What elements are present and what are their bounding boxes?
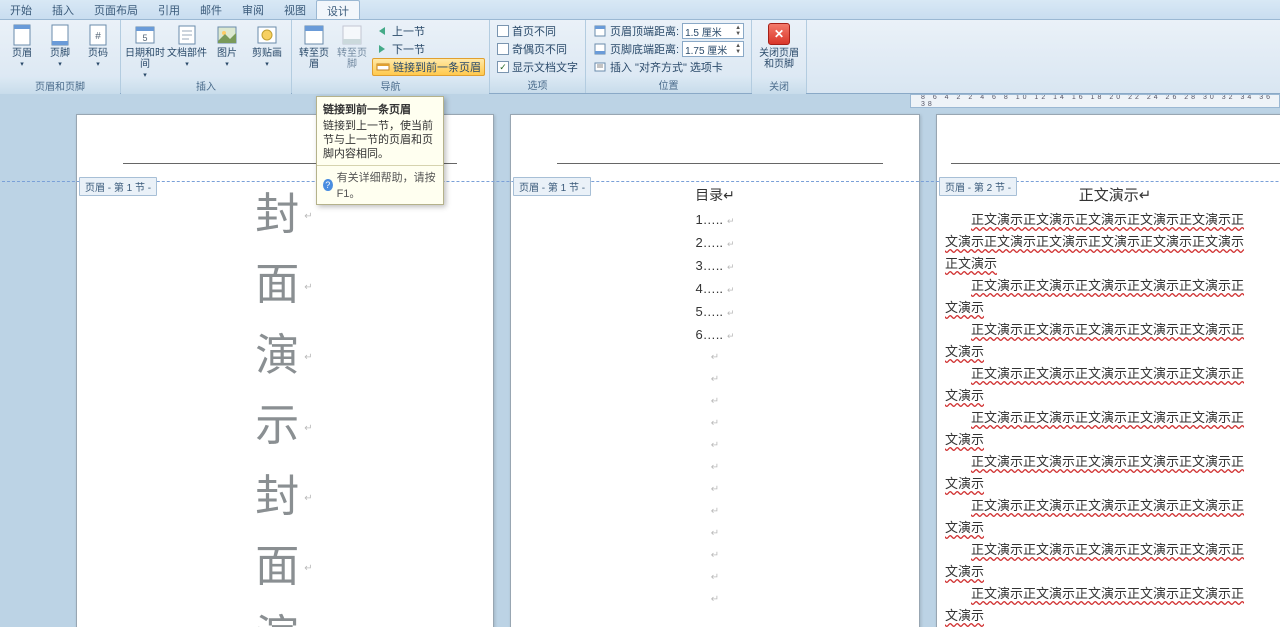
btn-日期和时间[interactable]: 5日期和时间▾ — [125, 21, 165, 77]
btn-icon — [255, 23, 279, 47]
svg-text:#: # — [95, 31, 101, 42]
cover-text: 封面演示封面演示 — [77, 181, 493, 627]
next-section-button[interactable]: 下一节 — [372, 40, 485, 58]
goto-header-button[interactable]: 转至页眉 — [296, 21, 332, 77]
chevron-down-icon: ▾ — [20, 60, 24, 68]
tab-0[interactable]: 开始 — [0, 0, 42, 19]
group-label: 页眉和页脚 — [0, 77, 120, 94]
header-rule — [557, 163, 883, 164]
group-label: 关闭 — [752, 77, 806, 94]
btn-icon: # — [86, 23, 110, 47]
group-close: ✕ 关闭页眉和页脚 关闭 — [752, 20, 807, 93]
chevron-down-icon: ▾ — [265, 60, 269, 68]
insert-align-tab[interactable]: 插入 "对齐方式" 选项卡 — [590, 58, 747, 76]
chevron-down-icon: ▾ — [225, 60, 229, 68]
tab-4[interactable]: 邮件 — [190, 0, 232, 19]
btn-图片[interactable]: 图片▾ — [209, 21, 245, 77]
link-previous-button[interactable]: 链接到前一条页眉 — [372, 58, 485, 76]
group-insert: 5日期和时间▾文档部件▾图片▾剪贴画▾ 插入 — [121, 20, 292, 93]
close-icon: ✕ — [768, 23, 790, 45]
tooltip-footer: ? 有关详细帮助，请按 F1。 — [317, 165, 443, 204]
header-tag[interactable]: 页眉 - 第 1 节 - — [513, 177, 591, 196]
document-workspace: 8 6 4 2 2 4 6 8 10 12 14 16 18 20 22 24 … — [0, 94, 1280, 627]
header-rule — [951, 163, 1280, 164]
svg-text:5: 5 — [142, 33, 147, 43]
btn-icon — [215, 23, 239, 47]
tooltip-link-previous: 链接到前一条页眉 链接到上一节，使当前节与上一节的页眉和页脚内容相同。 ? 有关… — [316, 96, 444, 205]
first-page-diff-check[interactable]: 首页不同 — [494, 22, 581, 40]
group-label: 插入 — [121, 77, 291, 94]
header-tag[interactable]: 页眉 - 第 1 节 - — [79, 177, 157, 196]
checkbox-icon — [497, 25, 509, 37]
help-icon: ? — [323, 179, 333, 191]
ribbon-tabs: 开始插入页面布局引用邮件审阅视图设计 — [0, 0, 1280, 20]
page-3[interactable]: 页眉 - 第 2 节 - 正文演示↵正文演示正文演示正文演示正文演示正文演示正文… — [936, 114, 1280, 627]
tab-2[interactable]: 页面布局 — [84, 0, 148, 19]
group-position: 页眉顶端距离: 1.5 厘米▲▼ 页脚底端距离: 1.75 厘米▲▼ 插入 "对… — [586, 20, 752, 93]
page-2[interactable]: 页眉 - 第 1 节 - 目录↵1…..2…..3…..4…..5…..6…..… — [510, 114, 920, 627]
btn-文档部件[interactable]: 文档部件▾ — [167, 21, 207, 77]
header-separator — [0, 181, 1280, 182]
btn-icon — [175, 23, 199, 47]
group-options: 首页不同 奇偶页不同 ✓显示文档文字 选项 — [490, 20, 586, 93]
tooltip-body: 链接到上一节，使当前节与上一节的页眉和页脚内容相同。 — [317, 119, 443, 165]
body-text: 正文演示↵正文演示正文演示正文演示正文演示正文演示正文演示正文演示正文演示正文演… — [945, 185, 1280, 627]
checkbox-icon: ✓ — [497, 61, 509, 73]
tab-6[interactable]: 视图 — [274, 0, 316, 19]
group-label: 导航 — [292, 77, 489, 94]
group-label: 选项 — [490, 76, 585, 93]
toc-text: 目录↵1…..2…..3…..4…..5…..6…..↵↵↵↵↵↵↵↵↵↵↵↵ — [511, 185, 919, 611]
tab-7[interactable]: 设计 — [316, 0, 360, 19]
btn-icon: 5 — [133, 23, 157, 47]
header-tag[interactable]: 页眉 - 第 2 节 - — [939, 177, 1017, 196]
tab-3[interactable]: 引用 — [148, 0, 190, 19]
btn-icon — [10, 23, 34, 47]
horizontal-ruler[interactable]: 8 6 4 2 2 4 6 8 10 12 14 16 18 20 22 24 … — [910, 94, 1280, 108]
btn-页脚[interactable]: 页脚▾ — [42, 21, 78, 77]
chevron-down-icon: ▾ — [96, 60, 100, 68]
checkbox-icon — [497, 43, 509, 55]
show-doc-text-check[interactable]: ✓显示文档文字 — [494, 58, 581, 76]
btn-icon — [48, 23, 72, 47]
btn-剪贴画[interactable]: 剪贴画▾ — [247, 21, 287, 77]
prev-section-button[interactable]: 上一节 — [372, 22, 485, 40]
header-top-distance[interactable]: 页眉顶端距离: 1.5 厘米▲▼ — [590, 22, 747, 40]
group-header-footer: 页眉▾页脚▾#页码▾ 页眉和页脚 — [0, 20, 121, 93]
ribbon: 页眉▾页脚▾#页码▾ 页眉和页脚 5日期和时间▾文档部件▾图片▾剪贴画▾ 插入 … — [0, 20, 1280, 94]
footer-bottom-distance[interactable]: 页脚底端距离: 1.75 厘米▲▼ — [590, 40, 747, 58]
tooltip-title: 链接到前一条页眉 — [317, 97, 443, 119]
btn-页码[interactable]: #页码▾ — [80, 21, 116, 77]
group-navigation: 转至页眉 转至页脚 上一节 下一节 链接到前一条页眉 — [292, 20, 490, 93]
tab-5[interactable]: 审阅 — [232, 0, 274, 19]
chevron-down-icon: ▾ — [185, 60, 189, 68]
close-header-footer-button[interactable]: ✕ 关闭页眉和页脚 — [756, 21, 802, 77]
chevron-down-icon: ▾ — [58, 60, 62, 68]
odd-even-diff-check[interactable]: 奇偶页不同 — [494, 40, 581, 58]
tab-1[interactable]: 插入 — [42, 0, 84, 19]
goto-footer-button[interactable]: 转至页脚 — [334, 21, 370, 77]
btn-页眉[interactable]: 页眉▾ — [4, 21, 40, 77]
group-label: 位置 — [586, 76, 751, 93]
